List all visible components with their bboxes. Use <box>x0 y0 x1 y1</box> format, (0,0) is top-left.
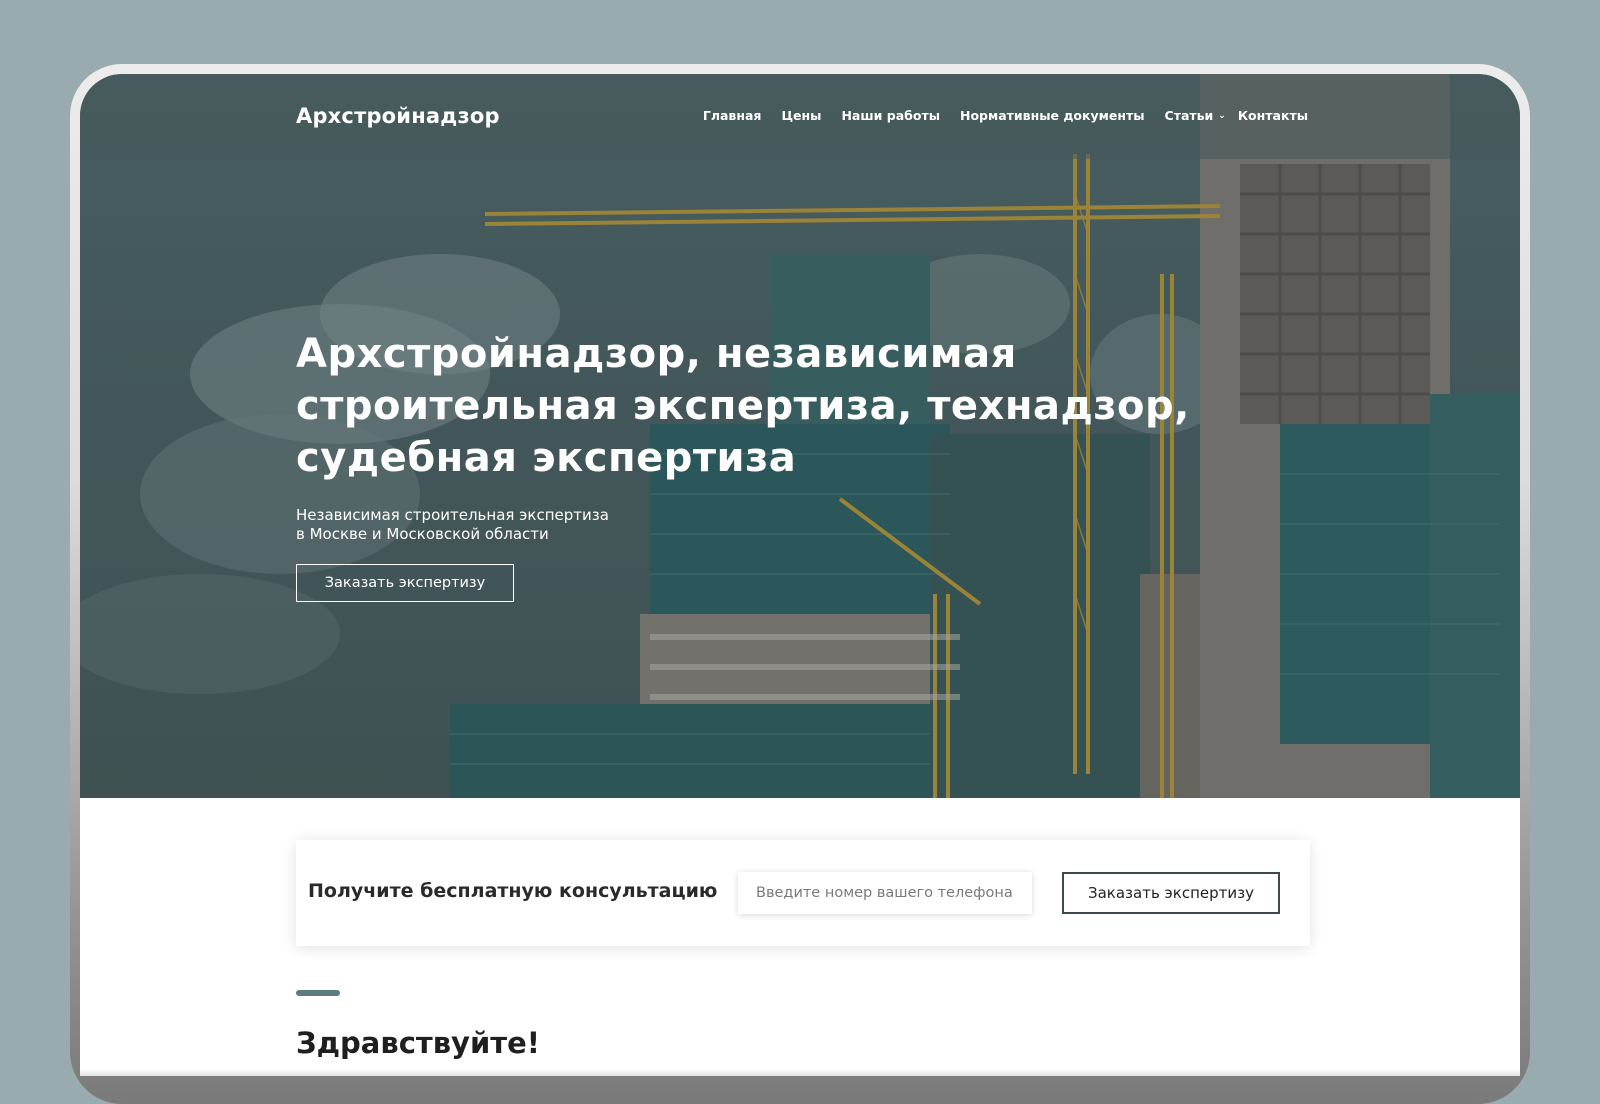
hero-title-line-2: строительная экспертиза, технадзор, <box>296 383 1190 429</box>
hero-subtitle: Независимая строительная экспертиза в Мо… <box>296 506 716 544</box>
nav-item-articles[interactable]: Статьи ⌄ <box>1164 108 1226 123</box>
hero-title-line-1: Архстройнадзор, независимая <box>296 331 1017 377</box>
browser-screen: Архстройнадзор Главная Цены Наши работы … <box>80 74 1520 1076</box>
nav-item-prices[interactable]: Цены <box>781 108 821 123</box>
main-nav: Главная Цены Наши работы Нормативные док… <box>703 108 1308 123</box>
site-logo[interactable]: Архстройнадзор <box>296 104 500 128</box>
phone-input[interactable] <box>738 872 1032 914</box>
greeting-heading: Здравствуйте! <box>296 1026 540 1060</box>
consultation-order-button[interactable]: Заказать экспертизу <box>1062 872 1280 914</box>
consultation-label: Получите бесплатную консультацию <box>308 880 718 902</box>
nav-item-works[interactable]: Наши работы <box>841 108 940 123</box>
consultation-form: Получите бесплатную консультацию Заказат… <box>296 840 1310 946</box>
nav-item-articles-label: Статьи <box>1164 108 1214 123</box>
order-expertise-button[interactable]: Заказать экспертизу <box>296 564 514 602</box>
hero-title-line-3: судебная экспертиза <box>296 435 797 481</box>
nav-item-home[interactable]: Главная <box>703 108 762 123</box>
site-header: Архстройнадзор Главная Цены Наши работы … <box>80 74 1520 159</box>
nav-item-contacts[interactable]: Контакты <box>1238 108 1308 123</box>
hero-title: Архстройнадзор, независимая строительная… <box>296 328 1276 484</box>
hero-subtitle-line-2: в Москве и Московской области <box>296 525 549 543</box>
section-accent-bar <box>296 990 340 996</box>
bottom-fade <box>80 1069 1520 1076</box>
hero-section: Архстройнадзор Главная Цены Наши работы … <box>80 74 1520 798</box>
hero-subtitle-line-1: Независимая строительная экспертиза <box>296 506 609 524</box>
nav-item-documents[interactable]: Нормативные документы <box>960 108 1145 123</box>
chevron-down-icon: ⌄ <box>1218 110 1226 121</box>
